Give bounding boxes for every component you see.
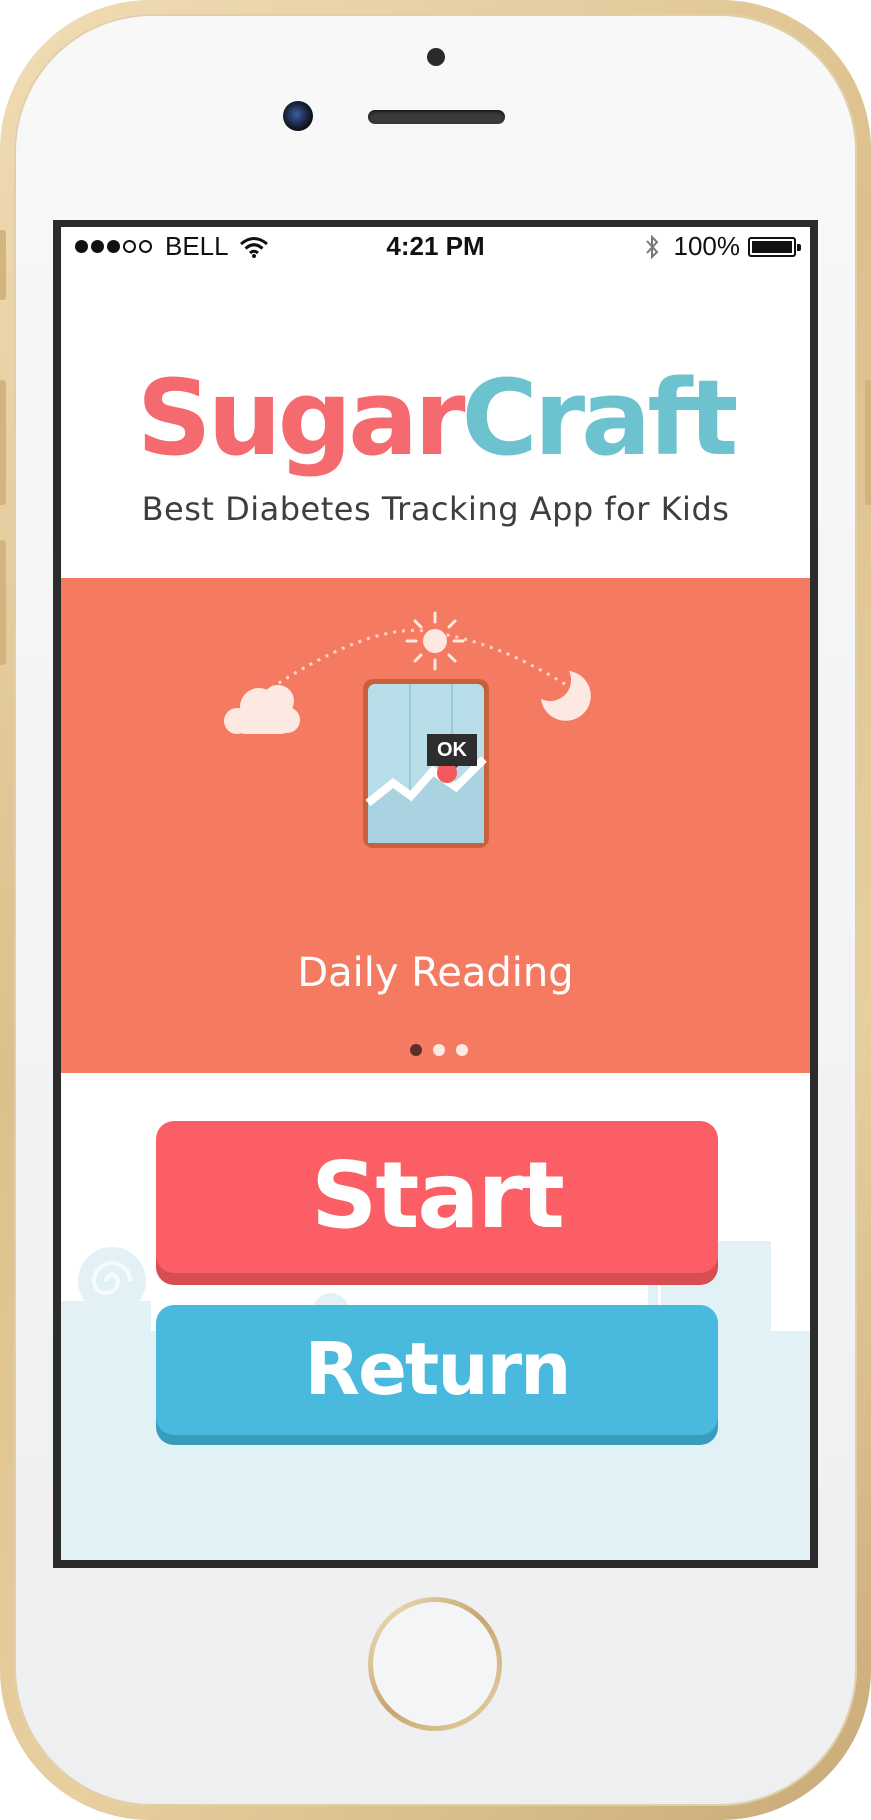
earpiece-speaker (368, 110, 505, 124)
volume-up-button (0, 380, 6, 505)
status-right: 100% (644, 231, 801, 262)
logo-craft: Craft (461, 357, 739, 479)
carousel-page-indicator[interactable] (410, 1044, 479, 1056)
battery-icon (748, 236, 801, 257)
sun-icon (405, 611, 465, 671)
ok-badge: OK (427, 734, 477, 766)
daily-reading-illustration (224, 611, 591, 848)
app-logo: SugarCraft (61, 357, 810, 479)
home-button[interactable] (368, 1597, 502, 1731)
battery-percentage: 100% (673, 231, 741, 261)
front-camera (283, 101, 313, 131)
status-bar: BELL 4:21 PM 100% (61, 227, 810, 267)
moon-icon (541, 671, 591, 721)
mute-switch (0, 230, 6, 300)
bluetooth-icon (645, 234, 658, 259)
action-area: Start Return (61, 1073, 810, 1560)
slide-caption: Daily Reading (297, 950, 574, 996)
cloud-icon (224, 685, 300, 734)
page-dot-1[interactable] (410, 1044, 422, 1056)
page-dot-2[interactable] (433, 1044, 445, 1056)
onboarding-carousel[interactable]: OK Daily Reading (61, 578, 810, 1073)
app-screen: BELL 4:21 PM 100% SugarCraft Best Diabet… (61, 227, 810, 1560)
start-button[interactable]: Start (156, 1121, 718, 1273)
return-button[interactable]: Return (156, 1305, 718, 1435)
volume-down-button (0, 540, 6, 665)
power-button (865, 380, 871, 505)
logo-sugar: Sugar (136, 357, 466, 479)
app-tagline: Best Diabetes Tracking App for Kids (141, 490, 730, 528)
proximity-sensor (427, 48, 445, 66)
page-dot-3[interactable] (456, 1044, 468, 1056)
